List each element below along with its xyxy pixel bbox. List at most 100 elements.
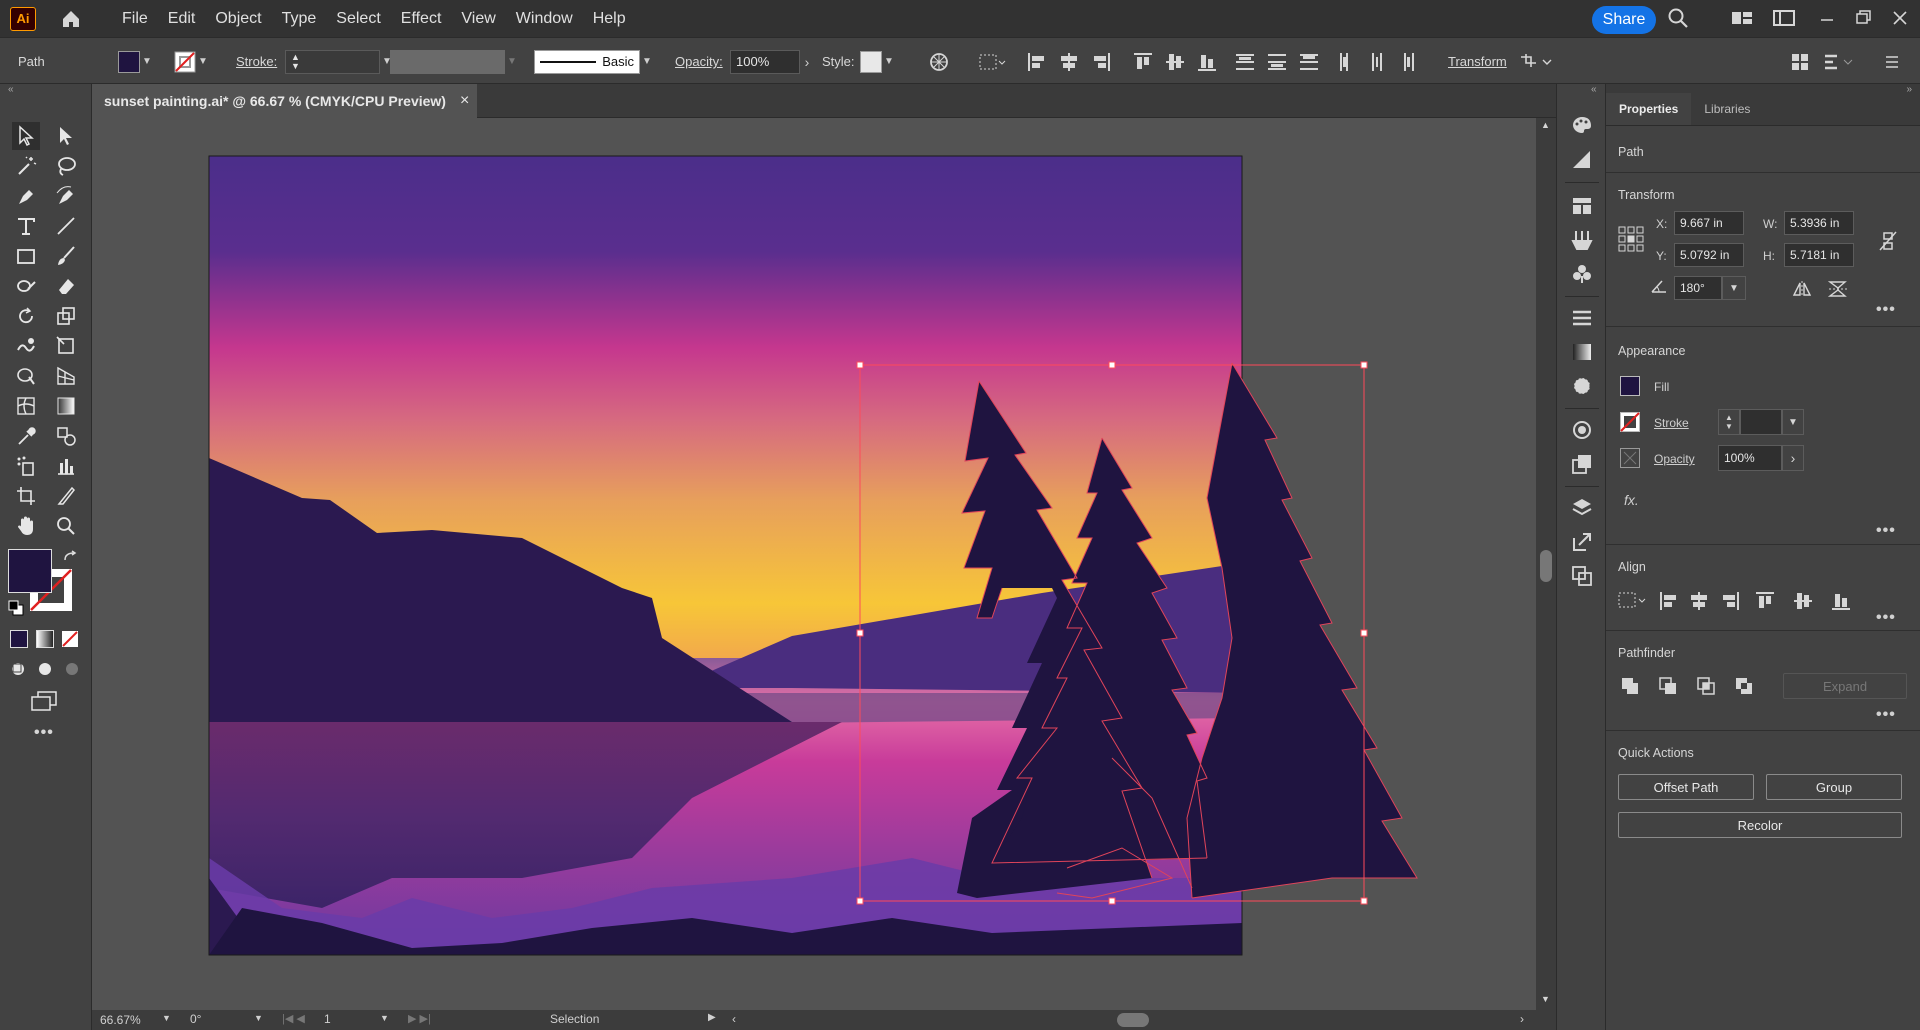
none-mode-icon[interactable] [61,630,79,648]
color-guide-icon[interactable] [1570,148,1594,172]
rotate-tool[interactable] [12,302,40,330]
panel-menu-icon[interactable] [1884,38,1900,85]
stroke-none-swatch-icon[interactable] [174,51,196,73]
recolor-icon[interactable] [928,38,950,85]
angle-field[interactable]: 180° [1674,276,1722,300]
style-swatch[interactable] [860,50,882,73]
appearance-fill-swatch[interactable] [1620,376,1640,396]
appearance-stroke-swatch-icon[interactable] [1620,412,1640,432]
direct-selection-tool[interactable] [52,122,80,150]
appearance-opacity-label[interactable]: Opacity [1654,452,1695,466]
scroll-up-icon[interactable]: ▲ [1541,120,1550,130]
opacity-value[interactable]: 100% [730,49,800,74]
graphic-styles-icon[interactable] [1570,452,1594,476]
y-field[interactable]: 5.0792 in [1674,243,1744,267]
draw-modes-icon[interactable] [10,660,80,678]
warp-tool[interactable] [12,332,40,360]
scroll-left-icon[interactable]: ‹ [732,1012,736,1026]
perspective-grid-tool[interactable] [52,362,80,390]
fill-control[interactable]: ▼ [118,38,154,85]
scale-tool[interactable] [52,302,80,330]
color-palette-icon[interactable] [1570,114,1594,138]
menu-view[interactable]: View [451,10,505,28]
offset-path-button[interactable]: Offset Path [1618,774,1754,800]
artboard-tool[interactable] [12,482,40,510]
collapse-dock-icon[interactable]: « [1591,84,1597,95]
mesh-tool[interactable] [12,392,40,420]
shaper-tool[interactable] [12,272,40,300]
appearance-icon[interactable] [1570,418,1594,442]
home-icon[interactable] [58,6,84,32]
chevron-down-icon[interactable]: ▼ [882,56,896,67]
share-button[interactable]: Share [1592,6,1656,34]
chevron-down-icon[interactable]: ▼ [140,56,154,67]
fill-swatch[interactable] [118,50,140,73]
zoom-value[interactable]: 66.67% [100,1013,141,1027]
status-menu-icon[interactable]: ▶ [708,1012,716,1023]
stroke-weight-field[interactable]: ▲ ▼ ▼ [285,38,394,85]
symbols-icon[interactable] [1570,262,1594,286]
arrange-icon[interactable] [1790,38,1810,85]
opacity-checker-icon[interactable] [1620,448,1640,468]
rotation-value[interactable]: 0° [190,1012,201,1026]
h-field[interactable]: 5.7181 in [1784,243,1854,267]
blend-tool[interactable] [52,422,80,450]
x-field[interactable]: 9.667 in [1674,211,1744,235]
opacity-label[interactable]: Opacity: [675,38,723,85]
scroll-right-icon[interactable]: › [1520,1012,1524,1026]
flip-horizontal-icon[interactable] [1792,280,1812,298]
close-tab-icon[interactable]: × [460,92,469,110]
screen-mode-icon[interactable] [30,690,60,712]
transform-link[interactable]: Transform [1448,38,1507,85]
export-icon[interactable] [1570,530,1594,554]
gradient-mode-button[interactable] [36,630,54,648]
flip-vertical-icon[interactable] [1828,280,1848,298]
appearance-opacity-field[interactable]: 100% [1718,445,1782,471]
stroke-panel-icon[interactable] [1570,306,1594,330]
chevron-right-icon[interactable]: › [800,54,814,70]
workspace-icon[interactable] [1773,8,1795,28]
free-transform-tool[interactable] [52,332,80,360]
shape-builder-tool[interactable] [12,362,40,390]
transform-options-icon[interactable] [1518,38,1554,85]
swap-colors-icon[interactable] [62,550,78,566]
close-window-icon[interactable] [1889,8,1911,28]
artboards-icon[interactable] [1570,564,1594,588]
collapse-toolbar-icon[interactable]: « [8,84,14,95]
hand-tool[interactable] [12,512,40,540]
reference-point-icon[interactable] [1618,226,1644,252]
chevron-down-icon[interactable]: ▼ [640,56,654,67]
first-artboard-icon[interactable]: |◀ ◀ [282,1012,305,1025]
vertical-scroll-thumb[interactable] [1540,550,1552,582]
restore-icon[interactable] [1853,8,1875,28]
chevron-down-icon[interactable]: ▼ [162,1013,171,1023]
recolor-button[interactable]: Recolor [1618,812,1902,838]
stroke-control[interactable]: ▼ [174,38,210,85]
gradient-panel-icon[interactable] [1570,340,1594,364]
transparency-icon[interactable] [1570,374,1594,398]
curvature-tool[interactable] [52,182,80,210]
constrain-proportions-icon[interactable] [1878,230,1898,252]
stroke-label[interactable]: Stroke: [236,38,277,85]
type-tool[interactable] [12,212,40,240]
minimize-icon[interactable] [1816,8,1838,28]
appearance-stroke-label[interactable]: Stroke [1654,416,1689,430]
align-more-options-icon[interactable]: ••• [1876,609,1896,627]
vertical-scrollbar[interactable]: ▲ ▼ [1536,118,1556,1010]
menu-type[interactable]: Type [272,10,327,28]
chevron-right-icon[interactable]: › [1782,445,1804,471]
scroll-down-icon[interactable]: ▼ [1541,994,1550,1004]
pathfinder-more-options-icon[interactable]: ••• [1876,706,1896,724]
variable-width-field[interactable]: ▼ [390,38,519,85]
menu-object[interactable]: Object [205,10,271,28]
swatches-icon[interactable] [1570,194,1594,218]
zoom-tool[interactable] [52,512,80,540]
chevron-down-icon[interactable]: ▼ [254,1013,263,1023]
appearance-stroke-weight-field[interactable] [1740,409,1782,435]
brush-definition-field[interactable]: Basic ▼ [534,38,654,85]
w-field[interactable]: 5.3936 in [1784,211,1854,235]
eyedropper-tool[interactable] [12,422,40,450]
chevron-down-icon[interactable]: ▼ [1722,276,1746,300]
last-artboard-icon[interactable]: ▶ ▶| [408,1012,431,1025]
collapse-panel-icon[interactable]: » [1906,84,1912,95]
